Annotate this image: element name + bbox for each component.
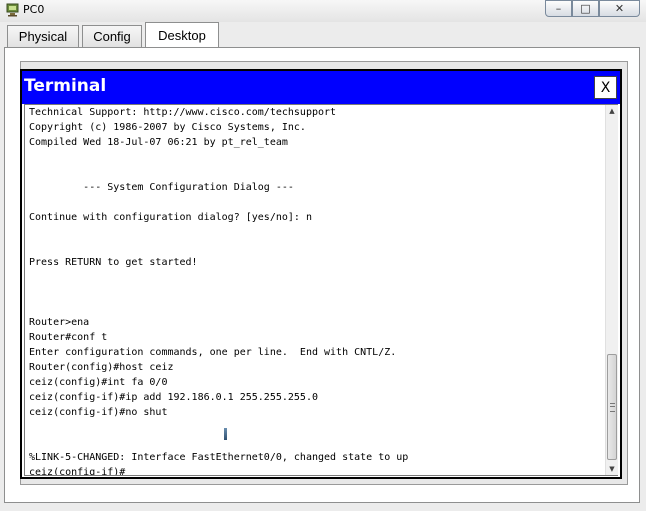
pc0-window: PC0 – □ ✕ Physical Config Desktop Termin… <box>0 0 646 511</box>
maximize-icon: □ <box>580 2 591 15</box>
terminal-line: Router>ena <box>29 317 90 328</box>
terminal-line: Router#conf t <box>29 332 108 343</box>
terminal-line: Copyright (c) 1986-2007 by Cisco Systems… <box>29 122 306 133</box>
terminal-window: Terminal X Technical Support: http://www… <box>20 69 622 479</box>
terminal-output[interactable]: Technical Support: http://www.cisco.com/… <box>29 105 601 475</box>
terminal-line: Compiled Wed 18-Jul-07 06:21 by pt_rel_t… <box>29 137 288 148</box>
terminal-line: --- System Configuration Dialog --- <box>29 182 294 193</box>
terminal-line: ceiz(config-if)#no shut <box>29 407 168 418</box>
terminal-line: ceiz(config)#int fa 0/0 <box>29 377 168 388</box>
scroll-down-arrow-icon[interactable]: ▼ <box>606 463 618 475</box>
window-title: PC0 <box>23 3 45 16</box>
close-window-button[interactable]: ✕ <box>599 0 640 17</box>
terminal-body[interactable]: Technical Support: http://www.cisco.com/… <box>24 104 618 476</box>
terminal-titlebar: Terminal X <box>22 71 620 104</box>
scrollbar-grip-icon <box>610 403 615 412</box>
terminal-line: Router(config)#host ceiz <box>29 362 174 373</box>
tab-physical[interactable]: Physical <box>7 25 79 47</box>
terminal-scrollbar[interactable]: ▲ ▼ <box>605 105 618 475</box>
minimize-button[interactable]: – <box>545 0 572 17</box>
window-titlebar[interactable]: PC0 – □ ✕ <box>0 0 646 22</box>
pc-icon <box>6 3 19 17</box>
terminal-close-button[interactable]: X <box>594 76 617 99</box>
terminal-line: Press RETURN to get started! <box>29 257 198 268</box>
close-icon: ✕ <box>614 2 625 15</box>
tab-desktop[interactable]: Desktop <box>145 22 219 48</box>
terminal-line: %LINK-5-CHANGED: Interface FastEthernet0… <box>29 452 409 463</box>
terminal-line: ceiz(config-if)#ip add 192.186.0.1 255.2… <box>29 392 318 403</box>
mouse-cursor-icon <box>224 428 227 440</box>
terminal-line: Technical Support: http://www.cisco.com/… <box>29 107 337 118</box>
terminal-title: Terminal <box>24 76 107 96</box>
terminal-line: Enter configuration commands, one per li… <box>29 347 397 358</box>
maximize-button[interactable]: □ <box>572 0 599 17</box>
tab-config[interactable]: Config <box>82 25 142 47</box>
terminal-line: Continue with configuration dialog? [yes… <box>29 212 312 223</box>
scroll-up-arrow-icon[interactable]: ▲ <box>606 105 618 117</box>
terminal-line: ceiz(config-if)# <box>29 467 126 475</box>
minimize-icon: – <box>555 2 562 15</box>
scrollbar-thumb[interactable] <box>607 354 617 460</box>
